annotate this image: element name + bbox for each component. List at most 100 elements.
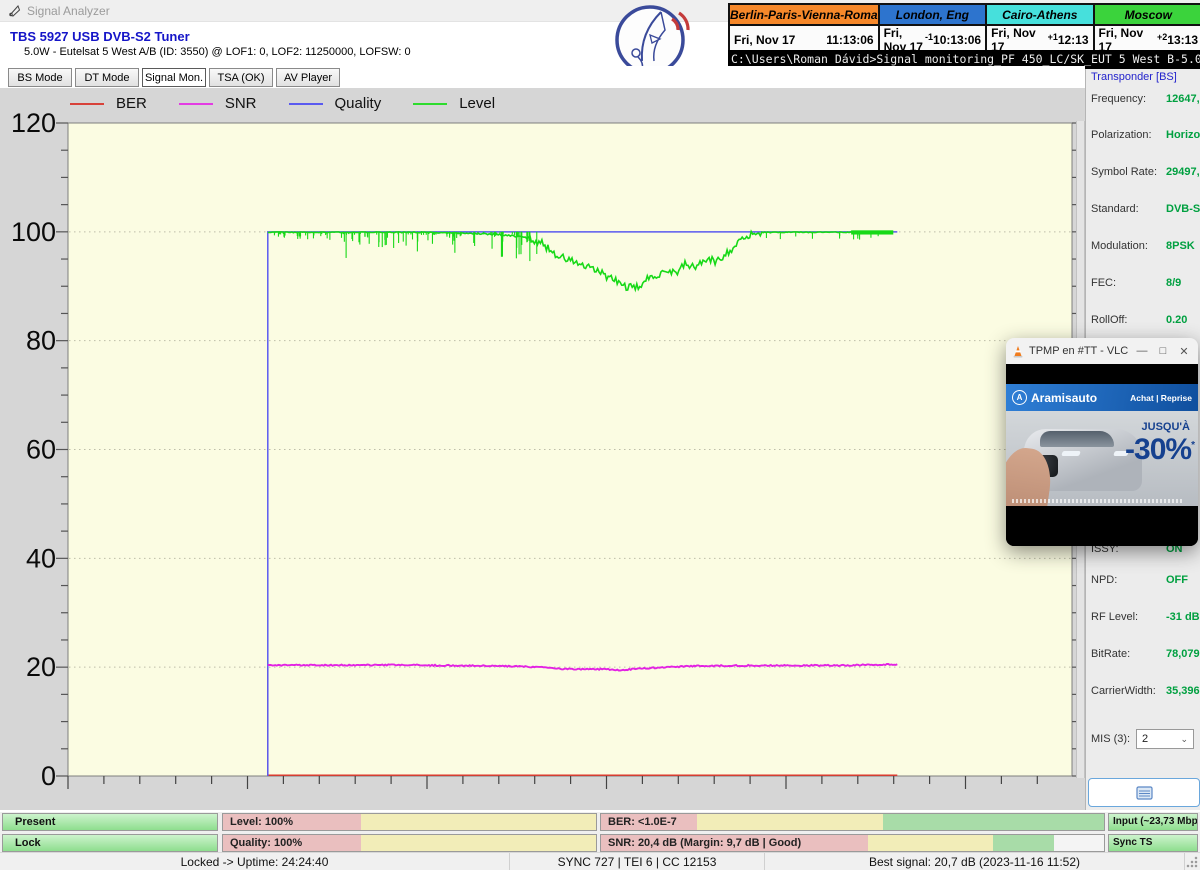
chevron-down-icon: ⌄	[1180, 734, 1188, 745]
meter-bar-2: BER: <1.0E-7	[600, 813, 1105, 831]
field-label: RF Level:	[1091, 611, 1138, 623]
signal-analyzer-window: Signal Analyzer TBS 5927 USB DVB-S2 Tune…	[0, 0, 1200, 870]
clock-panel: Berlin-Paris-Vienna-RomaFri, Nov 1711:13…	[730, 5, 880, 54]
clock-city-label: Cairo-Athens	[987, 5, 1092, 26]
car-windshield	[1040, 431, 1114, 447]
field-value: 12647,878 MHz	[1166, 93, 1200, 105]
mis-label: MIS (3):	[1091, 733, 1130, 745]
field-value: DVB-S2	[1166, 203, 1200, 215]
tuner-info: 5.0W - Eutelsat 5 West A/B (ID: 3550) @ …	[24, 46, 411, 58]
meter-row: Present Level: 100% BER: <1.0E-7 Input (~23…	[0, 813, 1200, 831]
vlc-title: TPMP en #TT - VLC med...	[1029, 345, 1129, 357]
vlc-maximize-button[interactable]: □	[1155, 345, 1171, 357]
meter-bar-1: Level: 100%	[222, 813, 597, 831]
tab-bs-mode[interactable]: BS Mode	[8, 68, 72, 87]
field-label: CarrierWidth:	[1091, 685, 1156, 697]
meter-segment-yellow	[868, 835, 994, 851]
tuner-name: TBS 5927 USB DVB-S2 Tuner	[10, 29, 190, 44]
clock-date: Fri, Nov 17	[734, 33, 795, 47]
clock-utc-offset: -1	[925, 32, 933, 42]
clock-time: 12:13	[1058, 33, 1089, 47]
status-box-present: Present	[2, 813, 218, 831]
clock-time: 11:13:06	[826, 33, 873, 47]
clock-panel: London, EngFri, Nov 17-110:13:06	[880, 5, 987, 54]
svg-text:100: 100	[11, 217, 56, 247]
transponder-header: Transponder [BS]	[1091, 71, 1177, 83]
meter-bar-text: Level: 100%	[230, 814, 293, 830]
meter-bar-text: BER: <1.0E-7	[608, 814, 677, 830]
field-label: Symbol Rate:	[1091, 166, 1157, 178]
meter-row: Lock Quality: 100% SNR: 20,4 dB (Margin: 9…	[0, 834, 1200, 852]
field-label: Frequency:	[1091, 93, 1146, 105]
mis-dropdown[interactable]: 2 ⌄	[1136, 729, 1194, 749]
chart-zone: BERSNRQualityLevel 020406080100120	[0, 88, 1085, 810]
meter-segment-yellow	[361, 835, 596, 851]
device-icon	[1136, 786, 1153, 800]
video-letterbox-bottom	[1006, 506, 1198, 546]
statusbar-section: Best signal: 20,7 dB (2023-11-16 11:52)	[765, 853, 1185, 870]
video-ad-banner: A Aramisauto Achat | Reprise	[1006, 384, 1198, 411]
svg-text:60: 60	[26, 435, 56, 465]
meter-bar-text: Quality: 100%	[230, 835, 302, 851]
ad-brand: Aramisauto	[1031, 391, 1130, 405]
right-box: Input (~23,73 Mbps)	[1108, 813, 1198, 831]
field-value: OFF	[1166, 574, 1188, 586]
tab-bar: BS ModeDT ModeSignal Mon.TSA (OK)AV Play…	[0, 66, 1085, 88]
car-headlight	[1061, 451, 1081, 456]
svg-text:40: 40	[26, 543, 56, 573]
statusbar-section: SYNC 727 | TEI 6 | CC 12153	[510, 853, 765, 870]
clock-utc-offset: +1	[1048, 32, 1058, 42]
field-label: Modulation:	[1091, 240, 1148, 252]
vlc-minimize-button[interactable]: —	[1134, 345, 1150, 357]
field-value: 8PSK	[1166, 240, 1195, 252]
meter-bar-text: SNR: 20,4 dB (Margin: 9,7 dB | Good)	[608, 835, 801, 851]
capture-button[interactable]	[1088, 778, 1200, 807]
clock-panel: Cairo-AthensFri, Nov 17+112:13	[987, 5, 1094, 54]
field-value: 0.20	[1166, 314, 1187, 326]
vlc-cone-icon	[1012, 345, 1024, 358]
right-box: Sync TS	[1108, 834, 1198, 852]
video-letterbox-top	[1006, 364, 1198, 384]
resize-grip[interactable]	[1186, 856, 1198, 868]
app-icon	[8, 4, 21, 17]
field-value: 35,396 MHz	[1166, 685, 1200, 697]
vlc-titlebar[interactable]: TPMP en #TT - VLC med... — □ ✕	[1006, 338, 1198, 364]
field-label: NPD:	[1091, 574, 1117, 586]
field-label: Polarization:	[1091, 129, 1152, 141]
svg-text:120: 120	[11, 108, 56, 138]
field-label: RollOff:	[1091, 314, 1127, 326]
tab-tsa-ok-[interactable]: TSA (OK)	[209, 68, 273, 87]
tab-dt-mode[interactable]: DT Mode	[75, 68, 139, 87]
world-clocks: Berlin-Paris-Vienna-RomaFri, Nov 1711:13…	[728, 3, 1200, 51]
aramisauto-logo-icon: A	[1012, 390, 1027, 405]
ad-promo-line2: -30%*	[1125, 433, 1194, 467]
vlc-window: TPMP en #TT - VLC med... — □ ✕ A Aramisa…	[1006, 338, 1198, 546]
field-label: FEC:	[1091, 277, 1116, 289]
clock-panel: MoscowFri, Nov 17+213:13	[1095, 5, 1200, 54]
meter-segment-green	[993, 835, 1053, 851]
signal-chart: 020406080100120	[0, 88, 1085, 810]
vlc-close-button[interactable]: ✕	[1176, 345, 1192, 358]
vlc-video-surface[interactable]: A Aramisauto Achat | Reprise JUSQU'À -30…	[1006, 364, 1198, 546]
clock-time: 10:13:06	[933, 33, 981, 47]
meter-bar-2: SNR: 20,4 dB (Margin: 9,7 dB | Good)	[600, 834, 1105, 852]
clock-city-label: London, Eng	[880, 5, 985, 26]
field-value: 29497,128 KS/s	[1166, 166, 1200, 178]
tab-av-player[interactable]: AV Player	[276, 68, 340, 87]
meter-bar-1: Quality: 100%	[222, 834, 597, 852]
meter-segment-empty	[1054, 835, 1104, 851]
meter-segment-green	[883, 814, 1104, 830]
status-box-lock: Lock	[2, 834, 218, 852]
tab-signal-mon-[interactable]: Signal Mon.	[142, 68, 206, 87]
console-line: C:\Users\Roman Dávid>Signal monitoring_P…	[731, 52, 1200, 66]
svg-text:80: 80	[26, 326, 56, 356]
video-ad-image: JUSQU'À -30%*	[1006, 411, 1198, 506]
field-label: Standard:	[1091, 203, 1139, 215]
ad-promo-line1: JUSQU'À	[1142, 421, 1190, 433]
window-title: Signal Analyzer	[27, 4, 110, 18]
mis-value: 2	[1142, 733, 1148, 745]
clock-time: 13:13	[1167, 33, 1198, 47]
meter-segment-yellow	[697, 814, 883, 830]
meter-segment-yellow	[361, 814, 596, 830]
field-label: BitRate:	[1091, 648, 1130, 660]
